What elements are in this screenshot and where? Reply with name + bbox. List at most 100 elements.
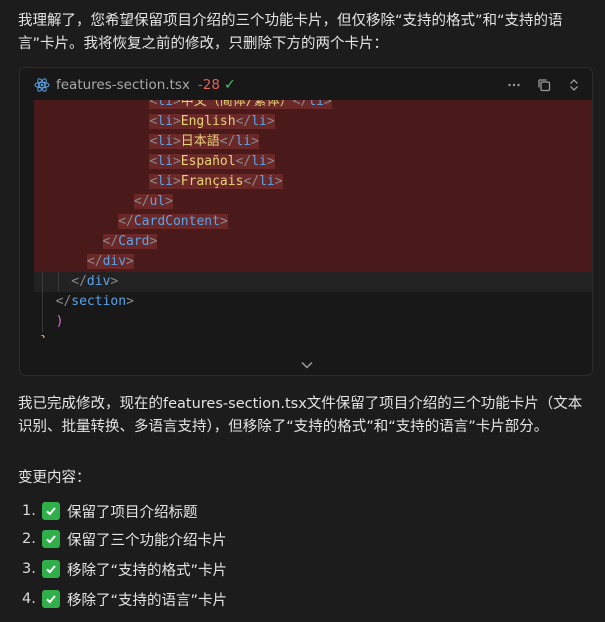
code-token: </ (219, 134, 236, 149)
check-icon: ✓ (223, 77, 236, 93)
code-text: <li>Español</li> (149, 152, 275, 172)
item-text: 移除了“支持的格式”卡片 (67, 562, 228, 579)
code-line: </div> (34, 272, 592, 292)
code-token: > (266, 154, 275, 169)
item-text: 移除了“支持的语言”卡片 (67, 592, 228, 609)
code-text: } (40, 332, 48, 338)
code-line: </Card> (34, 232, 592, 252)
code-token: </ (292, 100, 309, 109)
copy-icon[interactable] (536, 77, 552, 93)
code-text: </section> (56, 292, 134, 312)
code-text: <li>中文（简体/繁体）</li> (149, 100, 332, 112)
code-token: > (126, 254, 134, 269)
code-token: li (251, 114, 267, 129)
code-block-header: features-section.tsx -28 ✓ (20, 68, 592, 102)
list-item: 1. 保留了项目介绍标题 (22, 496, 198, 526)
item-number: 1. (22, 503, 36, 519)
code-token: Français (180, 174, 244, 189)
summary-text: 我已完成修改，现在的features-section.tsx文件保留了项目介绍的… (18, 396, 583, 435)
list-item: 3. 移除了“支持的格式”卡片 (22, 554, 227, 584)
code-token: </ (235, 114, 252, 129)
code-line: <li>Español</li> (34, 152, 592, 172)
code-token: Español (180, 154, 236, 169)
code-token: li (259, 174, 275, 189)
code-token: } (40, 334, 48, 338)
check-box-icon (42, 502, 60, 520)
code-token: > (110, 274, 119, 289)
item-number: 2. (22, 531, 36, 547)
code-token: English (180, 114, 236, 129)
code-token: > (274, 174, 283, 189)
code-token: section (71, 294, 127, 309)
code-token: > (172, 114, 181, 129)
code-token: </ (133, 194, 150, 209)
list-item: 4. 移除了“支持的语言”卡片 (22, 584, 227, 614)
code-token: > (172, 154, 181, 169)
code-token: li (251, 154, 267, 169)
file-name[interactable]: features-section.tsx (56, 77, 190, 93)
code-text: ) (56, 312, 64, 332)
code-token: </ (55, 294, 72, 309)
code-token: > (126, 294, 134, 309)
diff-count: -28 (197, 77, 220, 93)
react-file-icon (34, 77, 50, 93)
code-token: > (172, 134, 181, 149)
code-token: > (149, 234, 158, 249)
code-token: > (251, 134, 259, 149)
code-token: </ (102, 234, 119, 249)
code-line: <li>中文（简体/繁体）</li> (34, 100, 592, 112)
code-block: features-section.tsx -28 ✓ <li>中文（简体/繁体）… (19, 67, 593, 376)
code-line: </section> (34, 292, 592, 312)
check-box-icon (42, 560, 60, 578)
code-token: </ (235, 154, 252, 169)
code-token: > (172, 174, 181, 189)
code-token: </ (118, 214, 134, 229)
code-token: CardContent (133, 214, 220, 229)
item-number: 3. (22, 561, 36, 577)
code-text: </div> (71, 272, 118, 292)
code-token: li (157, 174, 173, 189)
code-token: > (172, 100, 181, 109)
code-text: <li>日本語</li> (149, 132, 259, 152)
code-text: </CardContent> (118, 212, 228, 232)
code-line: } (34, 332, 592, 338)
check-box-icon (42, 530, 60, 548)
code-token: > (266, 114, 275, 129)
code-token: </ (71, 274, 87, 289)
check-box-icon (42, 590, 60, 608)
code-line: <li>English</li> (34, 112, 592, 132)
code-text: <li>English</li> (149, 112, 275, 132)
code-token: > (219, 214, 228, 229)
code-token: ) (55, 314, 64, 329)
code-token: Card (118, 234, 150, 249)
code-token: > (165, 194, 173, 209)
code-token: li (157, 114, 173, 129)
code-token: ul (149, 194, 166, 209)
intro-text: 我理解了，您希望保留项目介绍的三个功能卡片，但仅移除“支持的格式”和“支持的语言… (18, 13, 563, 52)
code-line: </ul> (34, 192, 592, 212)
code-token: 日本語 (180, 134, 220, 149)
expand-collapse-icon[interactable] (566, 77, 582, 93)
code-token: </ (243, 174, 260, 189)
code-token: li (308, 100, 324, 109)
code-token: li (157, 154, 173, 169)
list-item: 2. 保留了三个功能介绍卡片 (22, 524, 227, 554)
code-view[interactable]: <li>中文（简体/繁体）</li> <li>English</li> <li>日本… (34, 100, 592, 338)
code-token: > (323, 100, 332, 109)
code-text: <li>Français</li> (149, 172, 283, 192)
code-text: </div> (86, 252, 134, 272)
code-line: <li>Français</li> (34, 172, 592, 192)
code-token: li (235, 134, 252, 149)
code-text: </Card> (102, 232, 158, 252)
changes-heading: 变更内容： (18, 470, 91, 486)
chevron-down-icon[interactable] (299, 359, 315, 371)
code-line: </div> (34, 252, 592, 272)
code-token: li (157, 134, 173, 149)
item-text: 保留了三个功能介绍卡片 (67, 532, 227, 549)
code-token: li (157, 100, 173, 109)
item-number: 4. (22, 591, 36, 607)
code-token: </ (86, 254, 103, 269)
code-line: <li>日本語</li> (34, 132, 592, 152)
more-icon[interactable] (506, 77, 522, 93)
code-line: </CardContent> (34, 212, 592, 232)
